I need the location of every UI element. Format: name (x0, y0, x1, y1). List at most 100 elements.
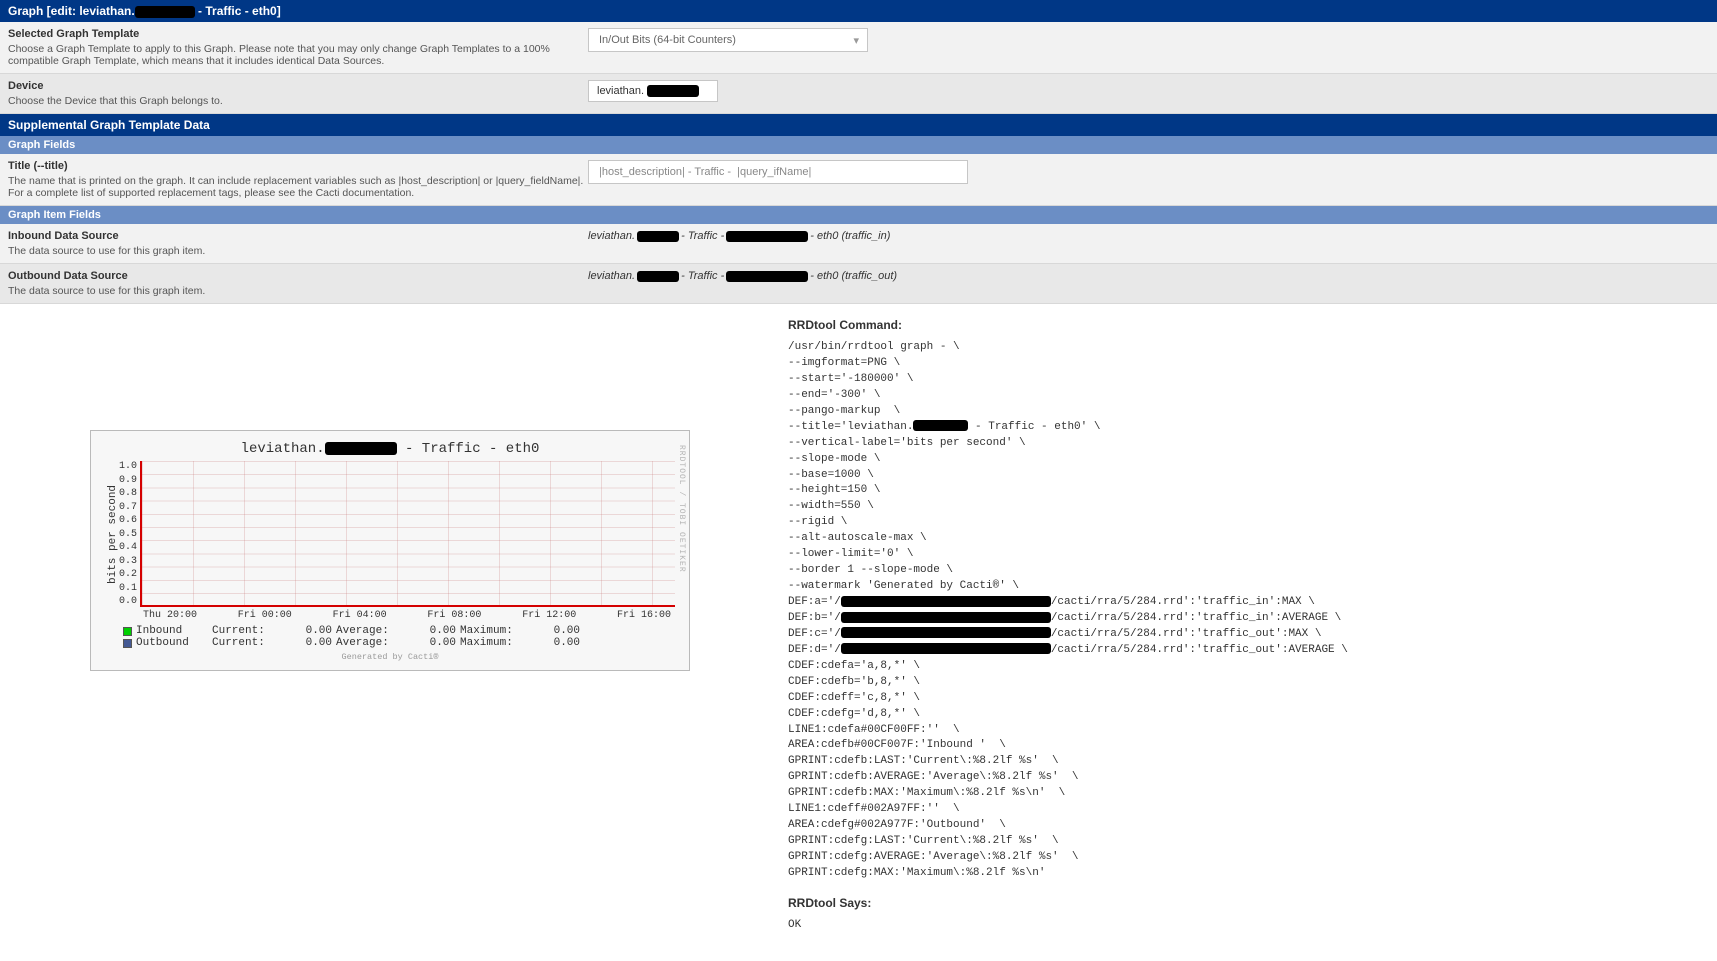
device-label: Device (8, 80, 588, 92)
header-redact (135, 6, 195, 18)
supplemental-header: Supplemental Graph Template Data (0, 114, 1717, 136)
legend-name: Outbound (136, 637, 208, 649)
y-tick: 0.3 (119, 556, 137, 567)
row-inbound: Inbound Data Source The data source to u… (0, 224, 1717, 264)
cmd-line: --watermark 'Generated by Cacti®' \ (788, 579, 1709, 595)
y-tick: 1.0 (119, 461, 137, 472)
y-ticks: 1.0 0.9 0.8 0.7 0.6 0.5 0.4 0.3 0.2 0.1 0.0 (119, 461, 140, 607)
device-desc: Choose the Device that this Graph belong… (8, 95, 588, 107)
rrd-command-title: RRDtool Command: (788, 318, 1709, 332)
cmd-line: DEF:d='//cacti/rra/5/284.rrd':'traffic_o… (788, 643, 1709, 659)
cmd-line: CDEF:cdefg='d,8,*' \ (788, 707, 1709, 723)
title-value[interactable] (597, 165, 959, 179)
x-tick: Fri 16:00 (617, 610, 671, 621)
legend-name: Inbound (136, 625, 208, 637)
cmd-line: DEF:c='//cacti/rra/5/284.rrd':'traffic_o… (788, 627, 1709, 643)
x-tick: Thu 20:00 (143, 610, 197, 621)
outbound-redact2 (726, 271, 808, 282)
row-graph-template: Selected Graph Template Choose a Graph T… (0, 22, 1717, 74)
y-tick: 0.8 (119, 488, 137, 499)
bottom-zone: RRDTOOL / TOBI OETIKER leviathan. - Traf… (0, 304, 1717, 944)
cmd-line: DEF:b='//cacti/rra/5/284.rrd':'traffic_i… (788, 611, 1709, 627)
graph-template-value: In/Out Bits (64-bit Counters) (599, 34, 736, 46)
cmd-line: AREA:cdefg#002A977F:'Outbound' \ (788, 818, 1709, 834)
graph-side-label: RRDTOOL / TOBI OETIKER (677, 445, 686, 573)
cmd-line: /usr/bin/rrdtool graph - \ (788, 340, 1709, 356)
cmd-line: --start='-180000' \ (788, 372, 1709, 388)
graph-fields-header: Graph Fields (0, 136, 1717, 154)
outbound-redact1 (637, 271, 679, 282)
page-header: Graph [edit: leviathan. - Traffic - eth0… (0, 0, 1717, 22)
y-tick: 0.9 (119, 475, 137, 486)
legend-value: 0.00 (404, 625, 456, 637)
outbound-label: Outbound Data Source (8, 270, 588, 282)
cmd-line: --end='-300' \ (788, 388, 1709, 404)
graph-image: RRDTOOL / TOBI OETIKER leviathan. - Traf… (90, 430, 690, 671)
cmd-redact (913, 420, 968, 431)
command-pane: RRDtool Command: /usr/bin/rrdtool graph … (780, 310, 1717, 938)
y-tick: 0.4 (119, 542, 137, 553)
graph-item-fields-header: Graph Item Fields (0, 206, 1717, 224)
y-tick: 0.7 (119, 502, 137, 513)
inbound-label: Inbound Data Source (8, 230, 588, 242)
header-prefix: Graph [edit: leviathan. (8, 4, 135, 18)
rrd-says-label: RRDtool Says: (788, 896, 1709, 910)
legend-value: 0.00 (280, 625, 332, 637)
cmd-line: GPRINT:cdefg:MAX:'Maximum\:%8.2lf %s\n' (788, 866, 1709, 882)
legend-label: Current: (212, 637, 276, 649)
graph-footer: Generated by Cacti® (105, 652, 675, 662)
header-suffix: - Traffic - eth0] (195, 4, 281, 18)
cmd-line: --height=150 \ (788, 483, 1709, 499)
cmd-line: GPRINT:cdefb:LAST:'Current\:%8.2lf %s' \ (788, 754, 1709, 770)
cmd-line: CDEF:cdeff='c,8,*' \ (788, 691, 1709, 707)
cmd-line: GPRINT:cdefb:MAX:'Maximum\:%8.2lf %s\n' … (788, 786, 1709, 802)
cmd-line: --vertical-label='bits per second' \ (788, 436, 1709, 452)
device-prefix: leviathan. (597, 85, 644, 97)
y-tick: 0.2 (119, 569, 137, 580)
x-tick: Fri 00:00 (238, 610, 292, 621)
legend-label: Maximum: (460, 625, 524, 637)
y-axis-label: bits per second (105, 461, 119, 607)
cmd-line: --pango-markup \ (788, 404, 1709, 420)
cmd-line: LINE1:cdefa#00CF00FF:'' \ (788, 723, 1709, 739)
x-tick: Fri 04:00 (333, 610, 387, 621)
cmd-line: DEF:a='//cacti/rra/5/284.rrd':'traffic_i… (788, 595, 1709, 611)
y-tick: 0.0 (119, 596, 137, 607)
legend-swatch (123, 627, 132, 636)
cmd-line: GPRINT:cdefg:AVERAGE:'Average\:%8.2lf %s… (788, 850, 1709, 866)
cmd-redact (841, 643, 1051, 654)
cmd-line: GPRINT:cdefg:LAST:'Current\:%8.2lf %s' \ (788, 834, 1709, 850)
legend-label: Average: (336, 637, 400, 649)
cmd-redact (841, 596, 1051, 607)
graph-template-desc: Choose a Graph Template to apply to this… (8, 43, 588, 67)
cmd-line: CDEF:cdefa='a,8,*' \ (788, 659, 1709, 675)
graph-template-label: Selected Graph Template (8, 28, 588, 40)
cmd-line: --title='leviathan. - Traffic - eth0' \ (788, 420, 1709, 436)
title-desc: The name that is printed on the graph. I… (8, 175, 588, 199)
row-outbound: Outbound Data Source The data source to … (0, 264, 1717, 304)
graph-template-select[interactable]: In/Out Bits (64-bit Counters) (588, 28, 868, 52)
y-tick: 0.6 (119, 515, 137, 526)
y-tick: 0.1 (119, 583, 137, 594)
x-tick: Fri 12:00 (522, 610, 576, 621)
legend-label: Average: (336, 625, 400, 637)
inbound-value: leviathan. - Traffic - - eth0 (traffic_i… (588, 230, 890, 242)
cmd-line: --border 1 --slope-mode \ (788, 563, 1709, 579)
inbound-desc: The data source to use for this graph it… (8, 245, 588, 257)
cmd-line: LINE1:cdeff#002A97FF:'' \ (788, 802, 1709, 818)
plot-area (140, 461, 675, 607)
device-input[interactable]: leviathan. (588, 80, 718, 102)
y-tick: 0.5 (119, 529, 137, 540)
cmd-line: CDEF:cdefb='b,8,*' \ (788, 675, 1709, 691)
cmd-line: --width=550 \ (788, 499, 1709, 515)
inbound-redact2 (726, 231, 808, 242)
device-redact (647, 85, 699, 97)
legend-swatch (123, 639, 132, 648)
cmd-redact (841, 612, 1051, 623)
legend-label: Maximum: (460, 637, 524, 649)
outbound-desc: The data source to use for this graph it… (8, 285, 588, 297)
cmd-line: --lower-limit='0' \ (788, 547, 1709, 563)
title-input[interactable] (588, 160, 968, 184)
cmd-line: --alt-autoscale-max \ (788, 531, 1709, 547)
rrd-says-value: OK (788, 918, 1709, 934)
